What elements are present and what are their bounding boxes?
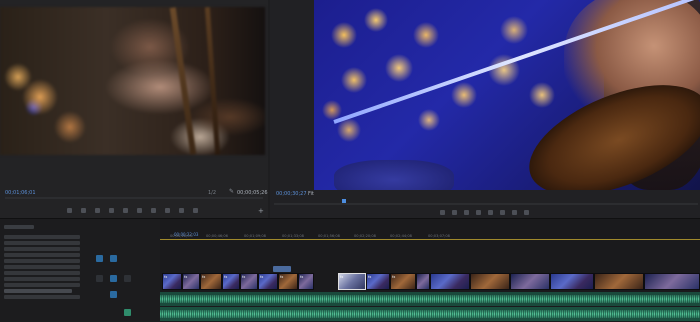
video-clip[interactable]: fx	[222, 273, 240, 290]
export-frame-icon[interactable]	[524, 210, 529, 215]
track-lock-icon[interactable]	[96, 275, 103, 282]
program-video-frame	[314, 0, 700, 190]
video-clip[interactable]: fx	[390, 273, 416, 290]
program-zoom-select[interactable]: Fit	[308, 191, 314, 197]
program-transport-controls	[430, 210, 700, 218]
mark-out-icon[interactable]	[452, 210, 457, 215]
video-clip[interactable]	[594, 273, 644, 290]
insert-icon[interactable]	[165, 208, 170, 213]
video-clip[interactable]	[430, 273, 470, 290]
video-clip[interactable]: fx	[278, 273, 298, 290]
ruler-tick: 00;01;33;08	[282, 234, 304, 238]
track-mute-icon[interactable]	[124, 275, 131, 282]
list-item[interactable]	[4, 265, 80, 269]
mark-out-icon[interactable]	[81, 208, 86, 213]
list-item[interactable]	[4, 241, 80, 245]
source-transport-controls	[5, 208, 263, 216]
source-duration: 00;00;05;26	[237, 190, 268, 196]
track-source-a1[interactable]	[110, 275, 117, 282]
source-timecode[interactable]: 00;01;06;01	[5, 190, 36, 196]
export-frame-icon[interactable]	[193, 208, 198, 213]
work-area-bar[interactable]	[160, 239, 700, 240]
extract-icon[interactable]	[512, 210, 517, 215]
track-source-a2[interactable]	[110, 291, 117, 298]
step-back-icon[interactable]	[109, 208, 114, 213]
list-item[interactable]	[4, 283, 80, 287]
audio-track-a2[interactable]	[160, 307, 700, 321]
play-icon[interactable]	[476, 210, 481, 215]
ruler-tick: 00;00;46;06	[206, 234, 228, 238]
lift-icon[interactable]	[500, 210, 505, 215]
list-item[interactable]	[4, 259, 80, 263]
mark-in-icon[interactable]	[440, 210, 445, 215]
video-clip[interactable]	[644, 273, 700, 290]
list-item[interactable]	[4, 253, 80, 257]
step-forward-icon[interactable]	[488, 210, 493, 215]
list-item[interactable]	[4, 289, 72, 293]
selected-video-clip[interactable]: fx	[338, 273, 366, 290]
audio-waveform	[160, 310, 700, 318]
ruler-tick: 00;02;20;08	[354, 234, 376, 238]
video-clip[interactable]: fx	[258, 273, 278, 290]
mark-in-icon[interactable]	[67, 208, 72, 213]
step-back-icon[interactable]	[464, 210, 469, 215]
play-icon[interactable]	[123, 208, 128, 213]
step-forward-icon[interactable]	[137, 208, 142, 213]
video-clip[interactable]: fx	[162, 273, 182, 290]
audio-track-a1[interactable]	[160, 292, 700, 306]
violinist-hand	[334, 160, 454, 190]
video-clip[interactable]: fx	[366, 273, 390, 290]
video-track-v1[interactable]: fx fx fx fx fx fx fx fx fx fx fx	[160, 273, 700, 290]
video-clip[interactable]: fx	[182, 273, 200, 290]
timeline-panel: 00;00;22;03 00;00;22;03 00;00;46;06 00;0…	[160, 218, 700, 322]
video-clip[interactable]: fx	[200, 273, 222, 290]
harp-string	[204, 7, 221, 155]
source-resolution-select[interactable]: 1/2	[208, 190, 216, 196]
program-monitor-panel: 00;00;30;27 Fit	[270, 0, 700, 218]
track-solo-icon[interactable]	[124, 309, 131, 316]
list-item[interactable]	[4, 277, 80, 281]
go-to-in-icon[interactable]	[95, 208, 100, 213]
program-timecode[interactable]: 00;00;30;27	[276, 191, 307, 197]
source-monitor-panel: 00;01;06;01 1/2 ✎ 00;00;05;26 +	[0, 0, 268, 218]
plus-icon[interactable]: +	[258, 207, 264, 215]
video-clip[interactable]	[550, 273, 594, 290]
video-clip[interactable]	[470, 273, 510, 290]
list-item[interactable]	[4, 295, 80, 299]
list-item[interactable]	[4, 271, 80, 275]
ruler-tick: 00;03;07;08	[428, 234, 450, 238]
list-item[interactable]	[4, 235, 80, 239]
overwrite-icon[interactable]	[179, 208, 184, 213]
list-item[interactable]	[4, 247, 80, 251]
video-clip[interactable]	[510, 273, 550, 290]
source-scrubber[interactable]	[5, 197, 263, 199]
audio-waveform	[160, 295, 700, 303]
ruler-tick: 00;01;56;08	[318, 234, 340, 238]
video-clip[interactable]: fx	[298, 273, 314, 290]
project-tab[interactable]	[4, 225, 34, 229]
ruler-tick: 00;00;22;03	[170, 234, 192, 238]
harp-string	[169, 7, 197, 155]
program-playhead[interactable]	[342, 199, 346, 203]
video-clip[interactable]	[416, 273, 430, 290]
program-scrubber[interactable]	[274, 203, 698, 205]
video-clip[interactable]: fx	[240, 273, 258, 290]
ruler-tick: 00;02;44;08	[390, 234, 412, 238]
project-panel	[0, 218, 160, 322]
track-target-v1[interactable]	[96, 255, 103, 262]
ruler-tick: 00;01;09;08	[244, 234, 266, 238]
source-video-frame	[0, 7, 265, 155]
track-target-v2[interactable]	[110, 255, 117, 262]
go-to-out-icon[interactable]	[151, 208, 156, 213]
clip-label	[273, 266, 291, 272]
wrench-icon[interactable]: ✎	[229, 189, 235, 195]
